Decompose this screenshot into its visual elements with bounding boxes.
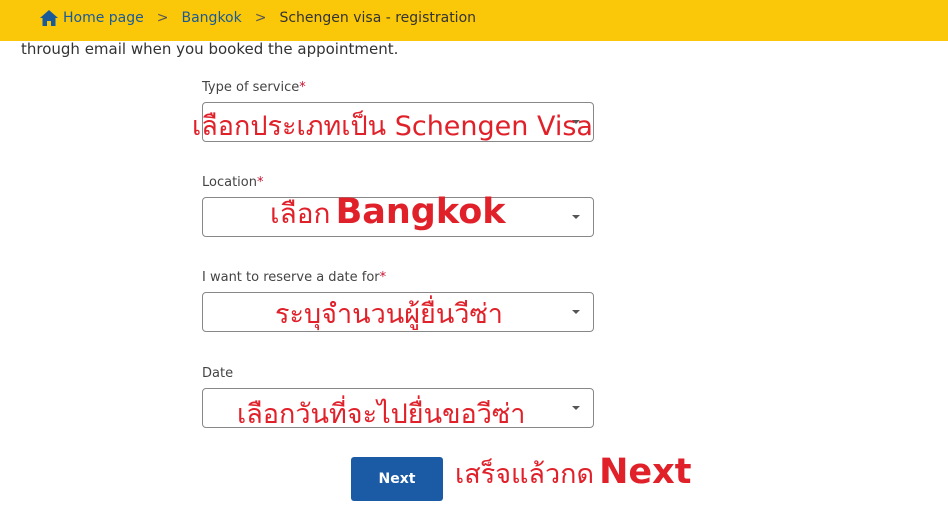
- location-label: Location*: [202, 175, 264, 190]
- location-annotation-value: Bangkok: [335, 192, 506, 232]
- breadcrumb-separator: >: [156, 10, 169, 26]
- required-mark: *: [299, 80, 306, 95]
- date-annotation: เลือกวันที่จะไปยื่นขอวีซ่า: [237, 399, 526, 430]
- reserve-annotation: ระบุจำนวนผู้ยื่นวีซ่า: [275, 299, 503, 330]
- required-mark: *: [256, 175, 264, 190]
- next-annotation: เสร็จแล้วกด Next: [455, 452, 691, 495]
- chevron-down-icon: [572, 406, 580, 410]
- service-label: Type of service*: [202, 80, 306, 95]
- top-bar: Home page > Bangkok > Schengen visa - re…: [0, 0, 948, 41]
- date-label: Date: [202, 366, 234, 381]
- location-annotation: เลือก Bangkok: [270, 192, 506, 236]
- breadcrumb-separator: >: [254, 10, 267, 26]
- required-mark: *: [379, 270, 387, 285]
- next-button[interactable]: Next: [351, 457, 443, 501]
- next-annotation-prefix: เสร็จแล้วกด: [455, 459, 595, 490]
- breadcrumb-city-link[interactable]: Bangkok: [182, 10, 242, 26]
- chevron-down-icon: [572, 215, 580, 219]
- location-annotation-prefix: เลือก: [270, 197, 331, 230]
- reserve-label: I want to reserve a date for*: [202, 270, 387, 285]
- breadcrumb-home-link[interactable]: Home page: [63, 10, 144, 26]
- breadcrumb-current: Schengen visa - registration: [279, 10, 477, 26]
- service-annotation: เลือกประเภทเป็น Schengen Visa: [192, 111, 593, 142]
- next-annotation-value: Next: [599, 452, 692, 492]
- intro-text: through email when you booked the appoin…: [21, 40, 399, 58]
- breadcrumb: Home page > Bangkok > Schengen visa - re…: [40, 10, 476, 26]
- chevron-down-icon: [572, 310, 580, 314]
- home-icon[interactable]: [40, 10, 58, 26]
